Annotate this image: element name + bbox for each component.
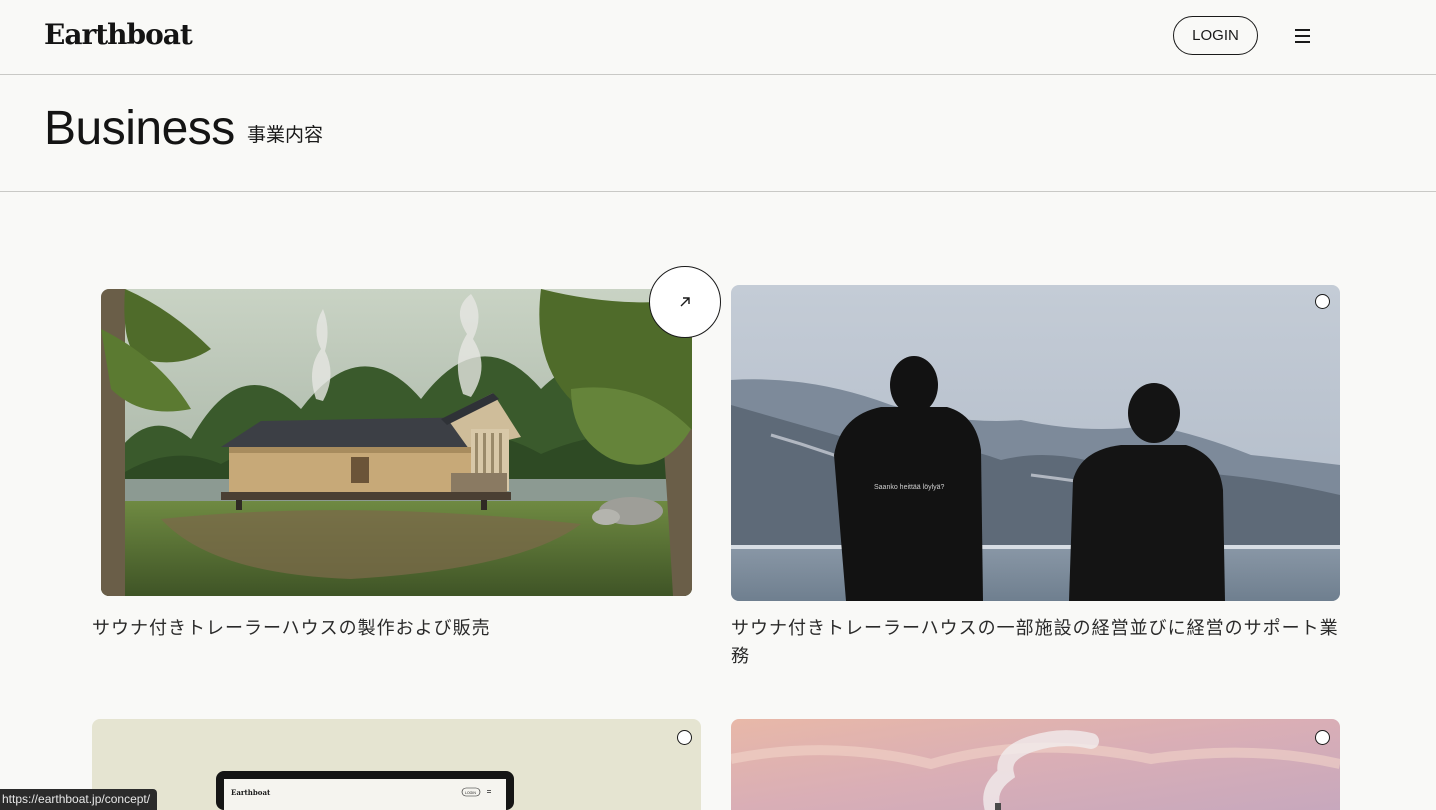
page-title: Business xyxy=(44,102,235,155)
card-indicator-dot xyxy=(677,730,692,745)
hamburger-menu-icon[interactable] xyxy=(1293,27,1313,45)
open-link-arrow-button[interactable] xyxy=(649,266,721,338)
card-image-web-service[interactable]: Earthboat LOGIN xyxy=(92,719,701,810)
arrow-up-right-icon xyxy=(680,297,690,307)
card-indicator-dot xyxy=(1315,294,1330,309)
page-subtitle: 事業内容 xyxy=(247,124,324,146)
card-title-sauna-management[interactable]: サウナ付きトレーラーハウスの一部施設の経営並びに経営のサポート業務 xyxy=(731,615,1341,671)
card-indicator-dot xyxy=(1315,730,1330,745)
site-logo[interactable]: Earthboat xyxy=(44,18,193,51)
hoodie-text: Saanko heittää löylyä? xyxy=(874,484,945,491)
card-image-trailer-sauna[interactable] xyxy=(101,289,692,596)
site-header: Earthboat LOGIN xyxy=(0,0,1436,75)
two-people-mountains-photo: Saanko heittää löylyä? xyxy=(731,285,1340,601)
card-title-trailer-sauna[interactable]: サウナ付きトレーラーハウスの製作および販売 xyxy=(92,615,702,643)
page-title-section: Business 事業内容 xyxy=(0,75,1436,192)
card-image-sauna-management[interactable]: Saanko heittää löylyä? xyxy=(731,285,1340,601)
laptop-screen-login: LOGIN xyxy=(465,791,476,795)
trailer-sauna-photo xyxy=(101,289,692,596)
status-bar-url: https://earthboat.jp/concept/ xyxy=(0,789,158,810)
login-button[interactable]: LOGIN xyxy=(1173,16,1258,55)
laptop-screen-logo: Earthboat xyxy=(231,788,271,797)
card-image-sauna-smoke[interactable] xyxy=(731,719,1340,810)
laptop-photo: Earthboat LOGIN xyxy=(92,719,701,810)
pink-sky-photo xyxy=(731,719,1340,810)
